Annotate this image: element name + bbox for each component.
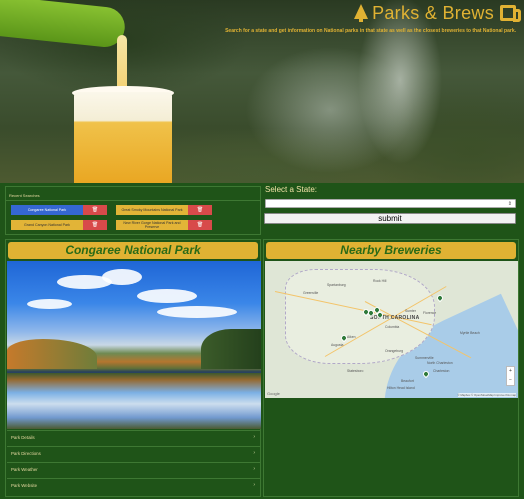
cloud-shape	[102, 269, 142, 285]
park-photo	[7, 261, 261, 429]
map-zoom-control: + −	[506, 366, 515, 386]
accordion-label: Park Details	[11, 435, 35, 440]
treeline-left	[7, 339, 97, 369]
recent-searches-header: Recent Searches	[9, 193, 40, 198]
city-label: Augusta	[331, 343, 344, 347]
city-label: Beaufort	[401, 379, 414, 383]
brewery-pin[interactable]	[435, 293, 445, 303]
map-attribution[interactable]: © Mapbox © OpenStreetMap Improve this ma…	[457, 393, 516, 397]
submit-button[interactable]: submit	[264, 213, 516, 224]
city-label: Orangeburg	[385, 349, 404, 353]
city-label: Columbia	[385, 325, 400, 329]
cloud-shape	[27, 299, 72, 309]
city-label: Rock Hill	[373, 279, 387, 283]
divider	[6, 200, 260, 201]
beer-glass-image	[74, 92, 172, 183]
water-reflection	[7, 373, 261, 429]
accordion-label: Park Weather	[11, 467, 38, 472]
treeline-right	[201, 329, 261, 369]
beer-mug-icon	[500, 5, 521, 22]
city-label: Hilton Head Island	[387, 386, 415, 390]
recent-search-item: New River Gorge National Park and Preser…	[116, 220, 212, 230]
breweries-panel: Nearby Breweries SOUTH CAROLINA Greenvil…	[263, 239, 519, 497]
park-panel: Congaree National Park Park Details › Pa…	[5, 239, 261, 497]
city-label: Sumter	[405, 309, 416, 313]
breweries-title: Nearby Breweries	[266, 242, 516, 259]
state-select[interactable]: ⇕	[265, 199, 516, 208]
app-title: Parks & Brews	[372, 2, 494, 23]
accordion-label: Park Website	[11, 483, 38, 488]
hero-banner: Parks & Brews Search for a state and get…	[0, 0, 524, 183]
app-tagline: Search for a state and get information o…	[225, 28, 516, 34]
park-details-toggle[interactable]: Park Details ›	[7, 430, 261, 445]
city-label: Myrtle Beach	[460, 331, 480, 335]
chevron-down-icon: ⇕	[507, 201, 512, 207]
city-label: Statesboro	[347, 369, 364, 373]
recent-search-button[interactable]: Grand Canyon National Park	[11, 220, 83, 230]
city-label: Charleston	[433, 369, 450, 373]
park-weather-toggle[interactable]: Park Weather ›	[7, 462, 261, 477]
chevron-right-icon: ›	[253, 466, 255, 472]
city-label: Spartanburg	[327, 283, 346, 287]
trash-icon[interactable]: 🗑	[188, 220, 212, 230]
recent-search-item: Great Smoky Mountains National Park 🗑	[116, 205, 212, 215]
cloud-shape	[157, 306, 237, 318]
trash-icon[interactable]: 🗑	[188, 205, 212, 215]
park-website-toggle[interactable]: Park Website ›	[7, 478, 261, 493]
park-title: Congaree National Park	[8, 242, 258, 259]
city-label: Greenville	[303, 291, 319, 295]
trash-icon[interactable]: 🗑	[83, 220, 107, 230]
recent-search-button[interactable]: New River Gorge National Park and Preser…	[116, 220, 188, 230]
recent-search-button[interactable]: Congaree National Park	[11, 205, 83, 215]
trash-icon[interactable]: 🗑	[83, 205, 107, 215]
chevron-right-icon: ›	[253, 450, 255, 456]
recent-search-button[interactable]: Great Smoky Mountains National Park	[116, 205, 188, 215]
tree-icon	[354, 4, 369, 22]
city-label: Florence	[423, 311, 437, 315]
cloud-shape	[137, 289, 197, 303]
state-select-label: Select a State:	[265, 185, 318, 194]
recent-search-item: Grand Canyon National Park 🗑	[11, 220, 107, 230]
breweries-map[interactable]: SOUTH CAROLINA Greenville Spartanburg Ro…	[265, 261, 518, 398]
brand-header: Parks & Brews	[354, 2, 521, 24]
zoom-in-button[interactable]: +	[507, 367, 514, 376]
chevron-right-icon: ›	[253, 434, 255, 440]
recent-searches-panel: Recent Searches Congaree National Park 🗑…	[5, 186, 261, 235]
chevron-right-icon: ›	[253, 482, 255, 488]
google-logo: Google	[267, 391, 280, 396]
recent-search-item: Congaree National Park 🗑	[11, 205, 107, 215]
city-label: Aiken	[347, 335, 356, 339]
zoom-out-button[interactable]: −	[507, 376, 514, 385]
city-label: North Charleston	[427, 361, 453, 365]
city-label: Summerville	[415, 356, 434, 360]
park-directions-toggle[interactable]: Park Directions ›	[7, 446, 261, 461]
accordion-label: Park Directions	[11, 451, 41, 456]
